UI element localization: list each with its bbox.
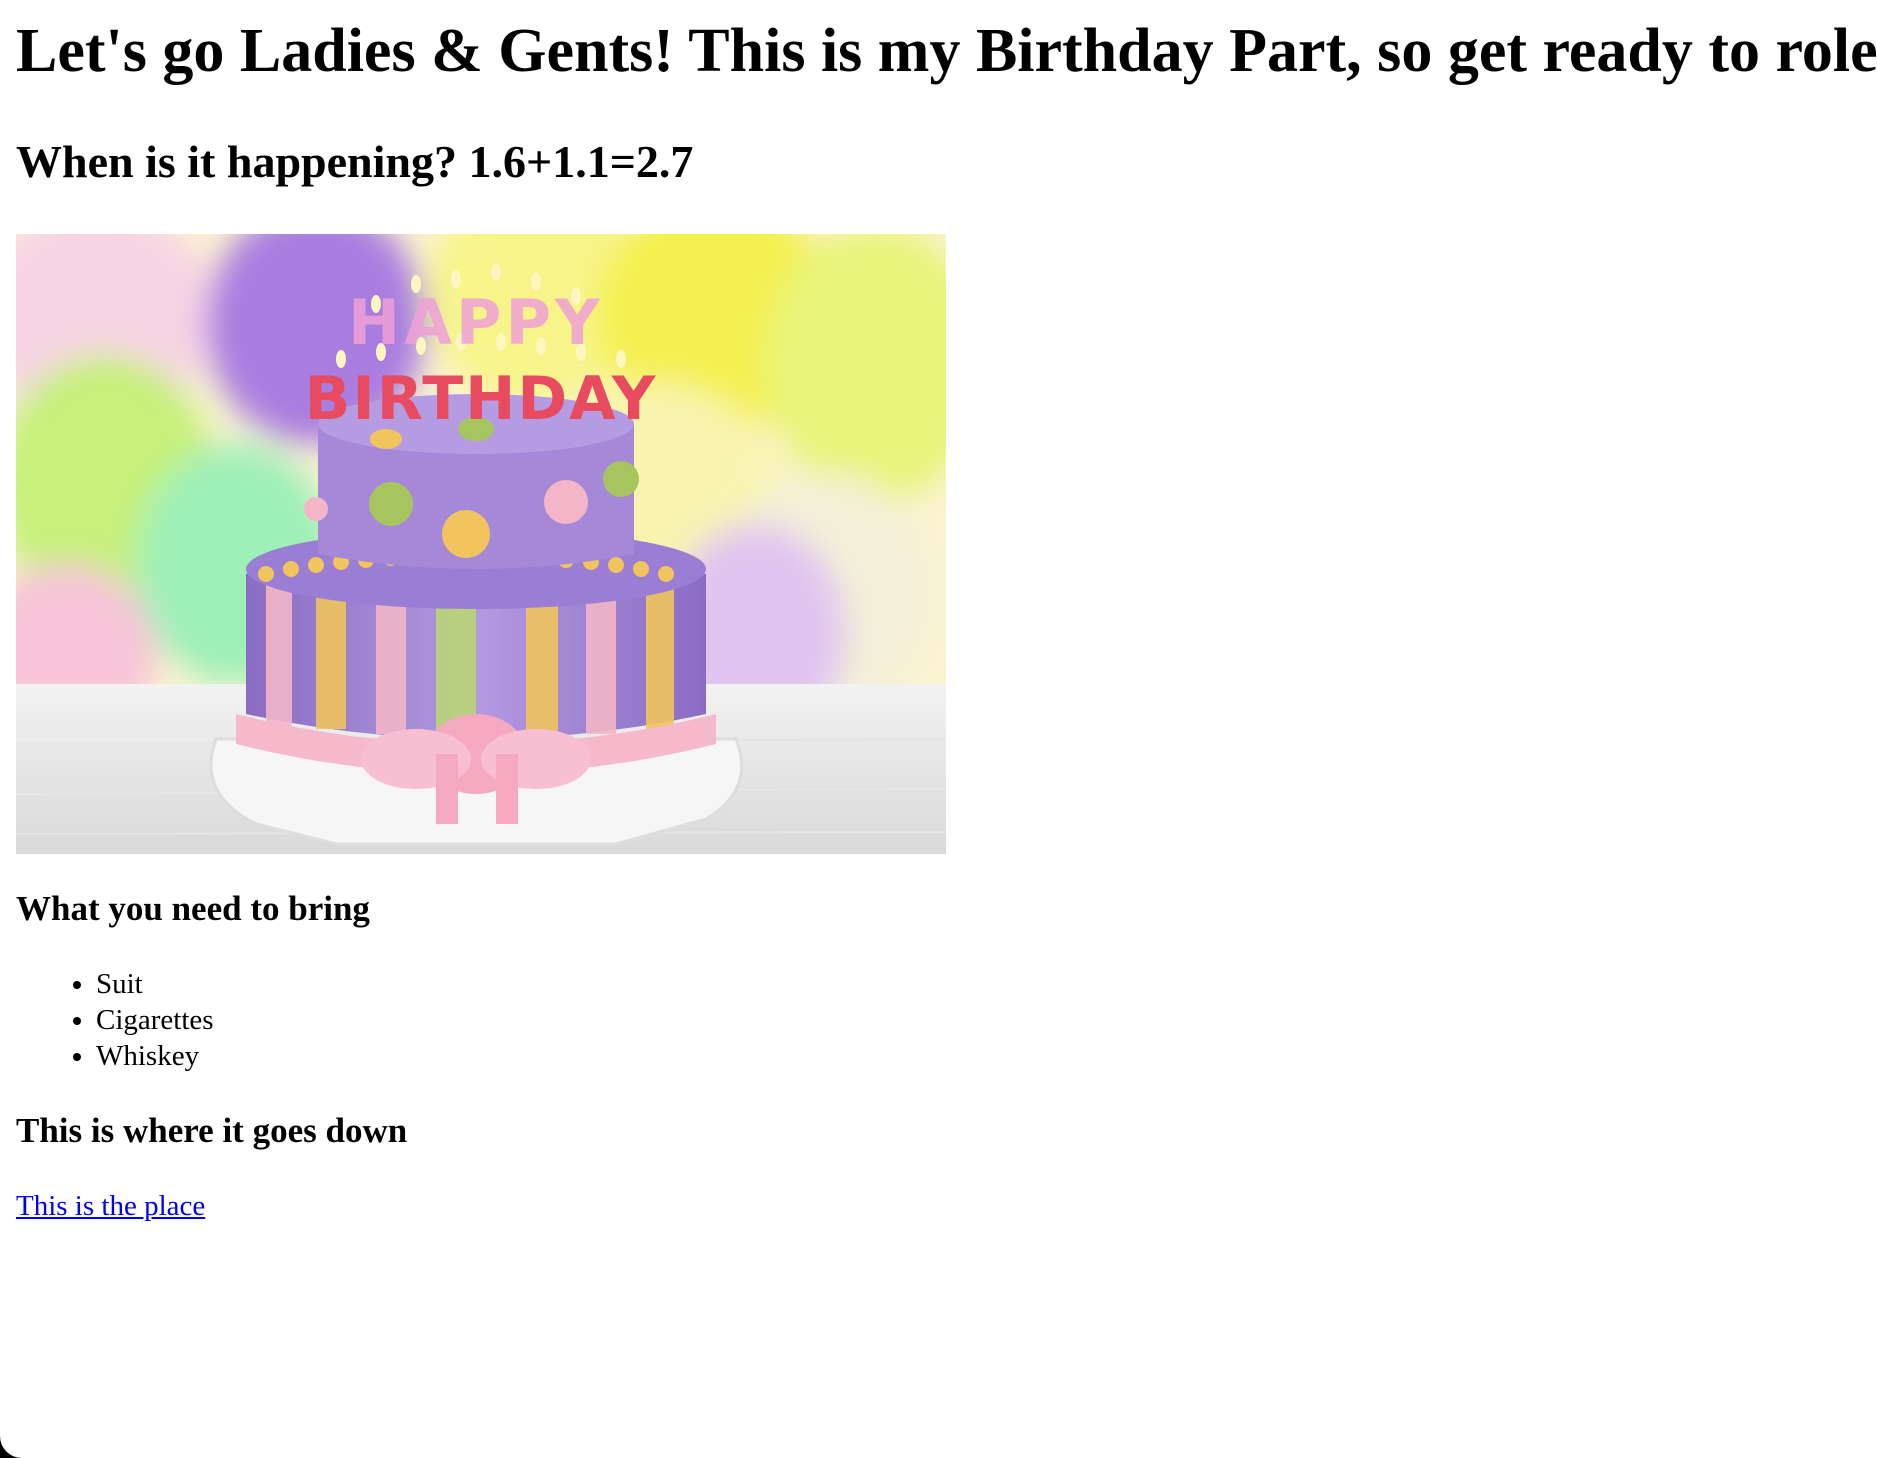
candle-birthday-text: BIRTHDAY — [305, 364, 658, 434]
location-paragraph: This is the place — [16, 1188, 1861, 1224]
candle-happy-text: HAPPY — [348, 286, 604, 359]
list-item: Suit — [96, 966, 1861, 1002]
page-title: Let's go Ladies & Gents! This is my Birt… — [16, 17, 1877, 85]
birthday-cake-image: HAPPY BIRTHDAY — [16, 234, 946, 854]
event-date-heading: When is it happening? 1.6+1.1=2.7 — [16, 136, 694, 187]
window-corner — [0, 1436, 22, 1458]
page-content: Let's go Ladies & Gents! This is my Birt… — [0, 14, 1877, 1224]
bring-list: Suit Cigarettes Whiskey — [16, 966, 1861, 1074]
list-item: Cigarettes — [96, 1002, 1861, 1038]
list-item: Whiskey — [96, 1038, 1861, 1074]
location-heading: This is where it goes down — [16, 1111, 408, 1150]
bring-heading: What you need to bring — [16, 889, 370, 928]
location-link[interactable]: This is the place — [16, 1190, 205, 1222]
